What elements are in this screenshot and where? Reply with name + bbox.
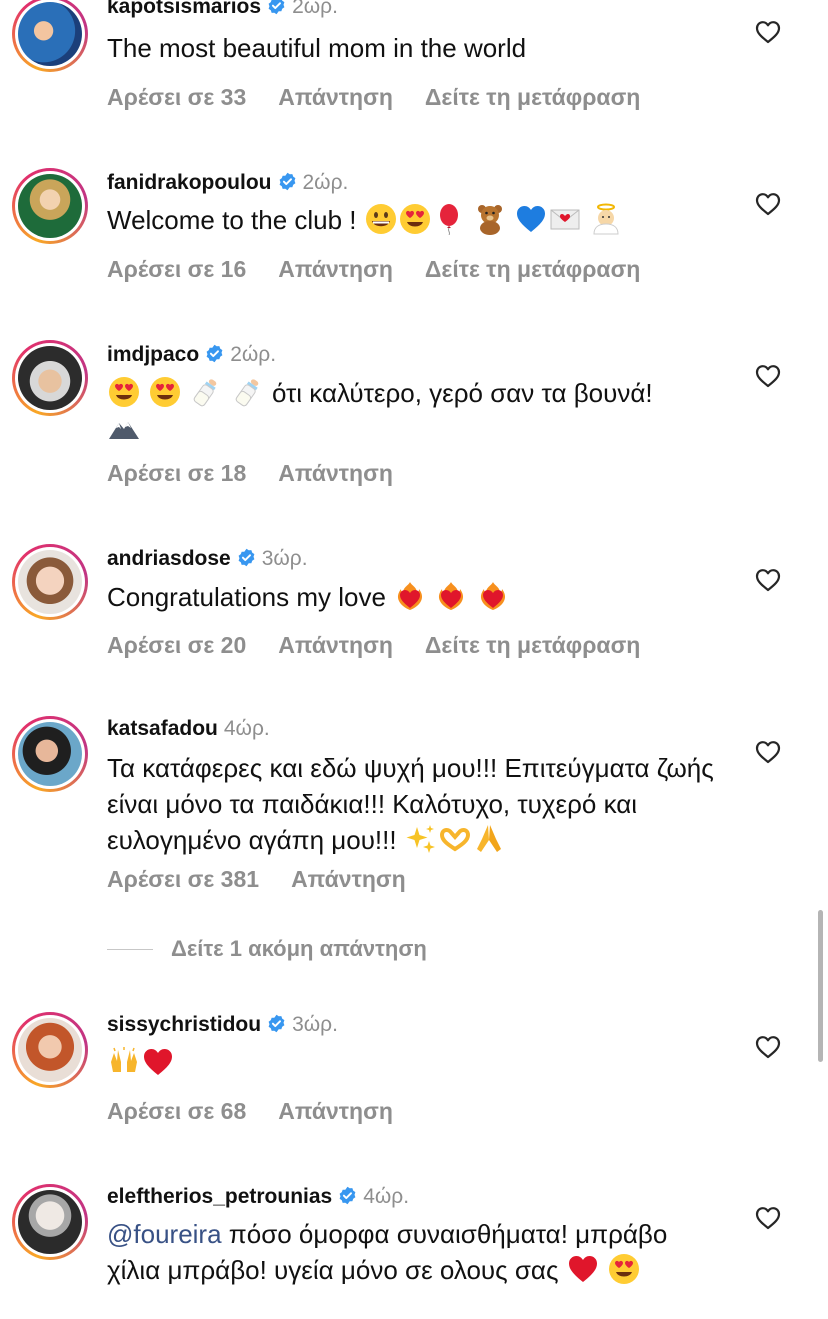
see-translation-button[interactable]: Δείτε τη μετάφραση [425, 84, 640, 110]
comment-text: The most beautiful mom in the world [107, 33, 527, 63]
red-heart-icon [142, 1046, 174, 1078]
comment-header: sissychristidou 3ώρ. [107, 1012, 338, 1038]
like-heart-icon[interactable] [755, 192, 781, 216]
avatar[interactable] [12, 168, 88, 244]
blue-heart-icon [515, 203, 547, 235]
heart-eyes-icon [108, 376, 140, 408]
username[interactable]: fanidrakopoulou [107, 171, 272, 194]
grinning-face-icon [365, 203, 397, 235]
like-heart-icon[interactable] [755, 364, 781, 388]
username[interactable]: kapotsismarios [107, 0, 261, 18]
comment-actions: Αρέσει σε 33 Απάντηση Δείτε τη μετάφραση [107, 84, 672, 111]
comment-text: @foureira πόσο όμορφα συναισθήματα! μπρά… [107, 1219, 668, 1285]
heart-eyes-icon [608, 1253, 640, 1285]
comment-header: imdjpaco 2ώρ. [107, 342, 276, 368]
view-more-replies-button[interactable]: Δείτε 1 ακόμη απάντηση [107, 936, 427, 962]
verified-badge-icon [205, 344, 224, 363]
love-letter-icon [549, 203, 581, 235]
comment-header: katsafadou 4ώρ. [107, 716, 270, 742]
likes-count[interactable]: Αρέσει σε 381 [107, 866, 259, 892]
baby-bottle-icon [232, 376, 264, 408]
timestamp: 4ώρ. [363, 1185, 410, 1208]
timestamp: 2ώρ. [302, 171, 349, 194]
likes-count[interactable]: Αρέσει σε 20 [107, 632, 246, 658]
avatar[interactable] [12, 1184, 88, 1260]
comment-text: Congratulations my love [107, 579, 727, 615]
comment-actions: Αρέσει σε 18 Απάντηση [107, 460, 425, 487]
scrollbar[interactable] [818, 910, 823, 1062]
verified-badge-icon [267, 1014, 286, 1033]
comment-header: kapotsismarios 2ώρ. [107, 0, 338, 20]
avatar[interactable] [12, 1012, 88, 1088]
reply-button[interactable]: Απάντηση [278, 256, 393, 282]
heart-on-fire-icon [435, 580, 467, 612]
reply-button[interactable]: Απάντηση [291, 866, 406, 892]
teddy-bear-icon [474, 203, 506, 235]
comment-text: Τα κατάφερες και εδώ ψυχή μου!!! Επιτεύγ… [107, 753, 714, 855]
comment-actions: Αρέσει σε 16 Απάντηση Δείτε τη μετάφραση [107, 256, 672, 283]
mountain-icon [108, 412, 140, 444]
heart-eyes-icon [399, 203, 431, 235]
like-heart-icon[interactable] [755, 1206, 781, 1230]
red-heart-icon [567, 1253, 599, 1285]
balloon-icon [433, 203, 465, 235]
folded-hands-icon [473, 823, 505, 855]
comment-text: Welcome to the club ! [107, 202, 727, 238]
heart-hands-icon [439, 823, 471, 855]
heart-on-fire-icon [477, 580, 509, 612]
avatar[interactable] [12, 544, 88, 620]
username[interactable]: andriasdose [107, 547, 231, 570]
username[interactable]: imdjpaco [107, 343, 199, 366]
reply-button[interactable]: Απάντηση [278, 460, 393, 486]
timestamp: 3ώρ. [292, 1013, 338, 1036]
like-heart-icon[interactable] [755, 568, 781, 592]
verified-badge-icon [237, 548, 256, 567]
mention-link[interactable]: @foureira [107, 1219, 222, 1249]
baby-angel-icon [590, 203, 622, 235]
verified-badge-icon [338, 1186, 357, 1205]
reply-button[interactable]: Απάντηση [278, 1098, 393, 1124]
username[interactable]: eleftherios_petrounias [107, 1185, 332, 1208]
verified-badge-icon [267, 0, 286, 15]
likes-count[interactable]: Αρέσει σε 18 [107, 460, 246, 486]
avatar[interactable] [12, 0, 88, 72]
like-heart-icon[interactable] [755, 1035, 781, 1059]
timestamp: 4ώρ. [223, 717, 270, 740]
reply-button[interactable]: Απάντηση [278, 632, 393, 658]
heart-eyes-icon [149, 376, 181, 408]
username[interactable]: sissychristidou [107, 1013, 261, 1036]
sparkles-icon [405, 823, 437, 855]
comment-text: ότι καλύτερο, γερό σαν τα βουνά! [107, 375, 727, 447]
see-translation-button[interactable]: Δείτε τη μετάφραση [425, 256, 640, 282]
comment-header: eleftherios_petrounias 4ώρ. [107, 1184, 409, 1210]
comment-actions: Αρέσει σε 20 Απάντηση Δείτε τη μετάφραση [107, 632, 672, 659]
verified-badge-icon [278, 172, 297, 191]
divider [107, 948, 153, 950]
likes-count[interactable]: Αρέσει σε 33 [107, 84, 246, 110]
comment-actions: Αρέσει σε 68 Απάντηση [107, 1098, 425, 1125]
reply-button[interactable]: Απάντηση [278, 84, 393, 110]
like-heart-icon[interactable] [755, 740, 781, 764]
like-heart-icon[interactable] [755, 20, 781, 44]
comment-header: andriasdose 3ώρ. [107, 546, 308, 572]
username[interactable]: katsafadou [107, 717, 218, 740]
likes-count[interactable]: Αρέσει σε 16 [107, 256, 246, 282]
heart-on-fire-icon [394, 580, 426, 612]
comment-text [107, 1045, 727, 1081]
comment-actions: Αρέσει σε 381 Απάντηση [107, 866, 438, 893]
timestamp: 3ώρ. [261, 547, 308, 570]
avatar[interactable] [12, 716, 88, 792]
see-translation-button[interactable]: Δείτε τη μετάφραση [425, 632, 640, 658]
baby-bottle-icon [190, 376, 222, 408]
likes-count[interactable]: Αρέσει σε 68 [107, 1098, 246, 1124]
timestamp: 2ώρ. [230, 343, 277, 366]
timestamp: 2ώρ. [292, 0, 338, 18]
raising-hands-icon [108, 1046, 140, 1078]
avatar[interactable] [12, 340, 88, 416]
comment-header: fanidrakopoulou 2ώρ. [107, 170, 348, 196]
